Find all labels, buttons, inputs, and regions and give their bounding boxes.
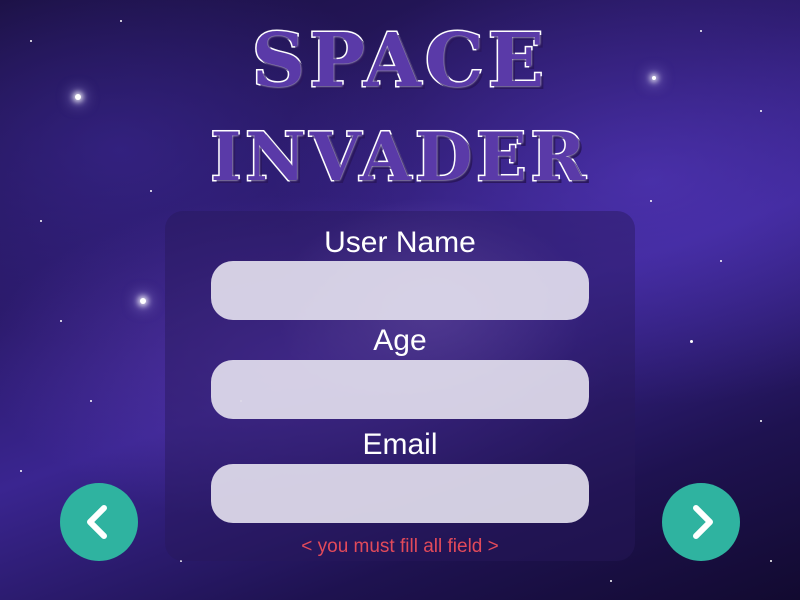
star [760, 420, 762, 422]
star [90, 400, 92, 402]
age-label: Age [373, 324, 427, 357]
email-input[interactable] [211, 464, 589, 523]
star [150, 190, 152, 192]
star [760, 110, 762, 112]
back-button[interactable] [60, 483, 138, 561]
star [40, 220, 42, 222]
star [20, 470, 22, 472]
star [140, 298, 146, 304]
chevron-right-icon [693, 505, 713, 539]
star [690, 340, 693, 343]
game-title-line-2: INVADER [209, 118, 590, 196]
chevron-left-icon [87, 505, 107, 539]
email-label: Email [362, 428, 438, 461]
star [770, 560, 772, 562]
star [120, 20, 122, 22]
star [720, 260, 722, 262]
validation-warning: < you must fill all field > [301, 536, 499, 557]
game-title-line-1: SPACE [250, 18, 549, 104]
age-input[interactable] [211, 360, 589, 419]
star [610, 580, 612, 582]
next-button[interactable] [662, 483, 740, 561]
username-input[interactable] [211, 261, 589, 320]
username-label: User Name [324, 226, 476, 259]
star [60, 320, 62, 322]
star [650, 200, 652, 202]
